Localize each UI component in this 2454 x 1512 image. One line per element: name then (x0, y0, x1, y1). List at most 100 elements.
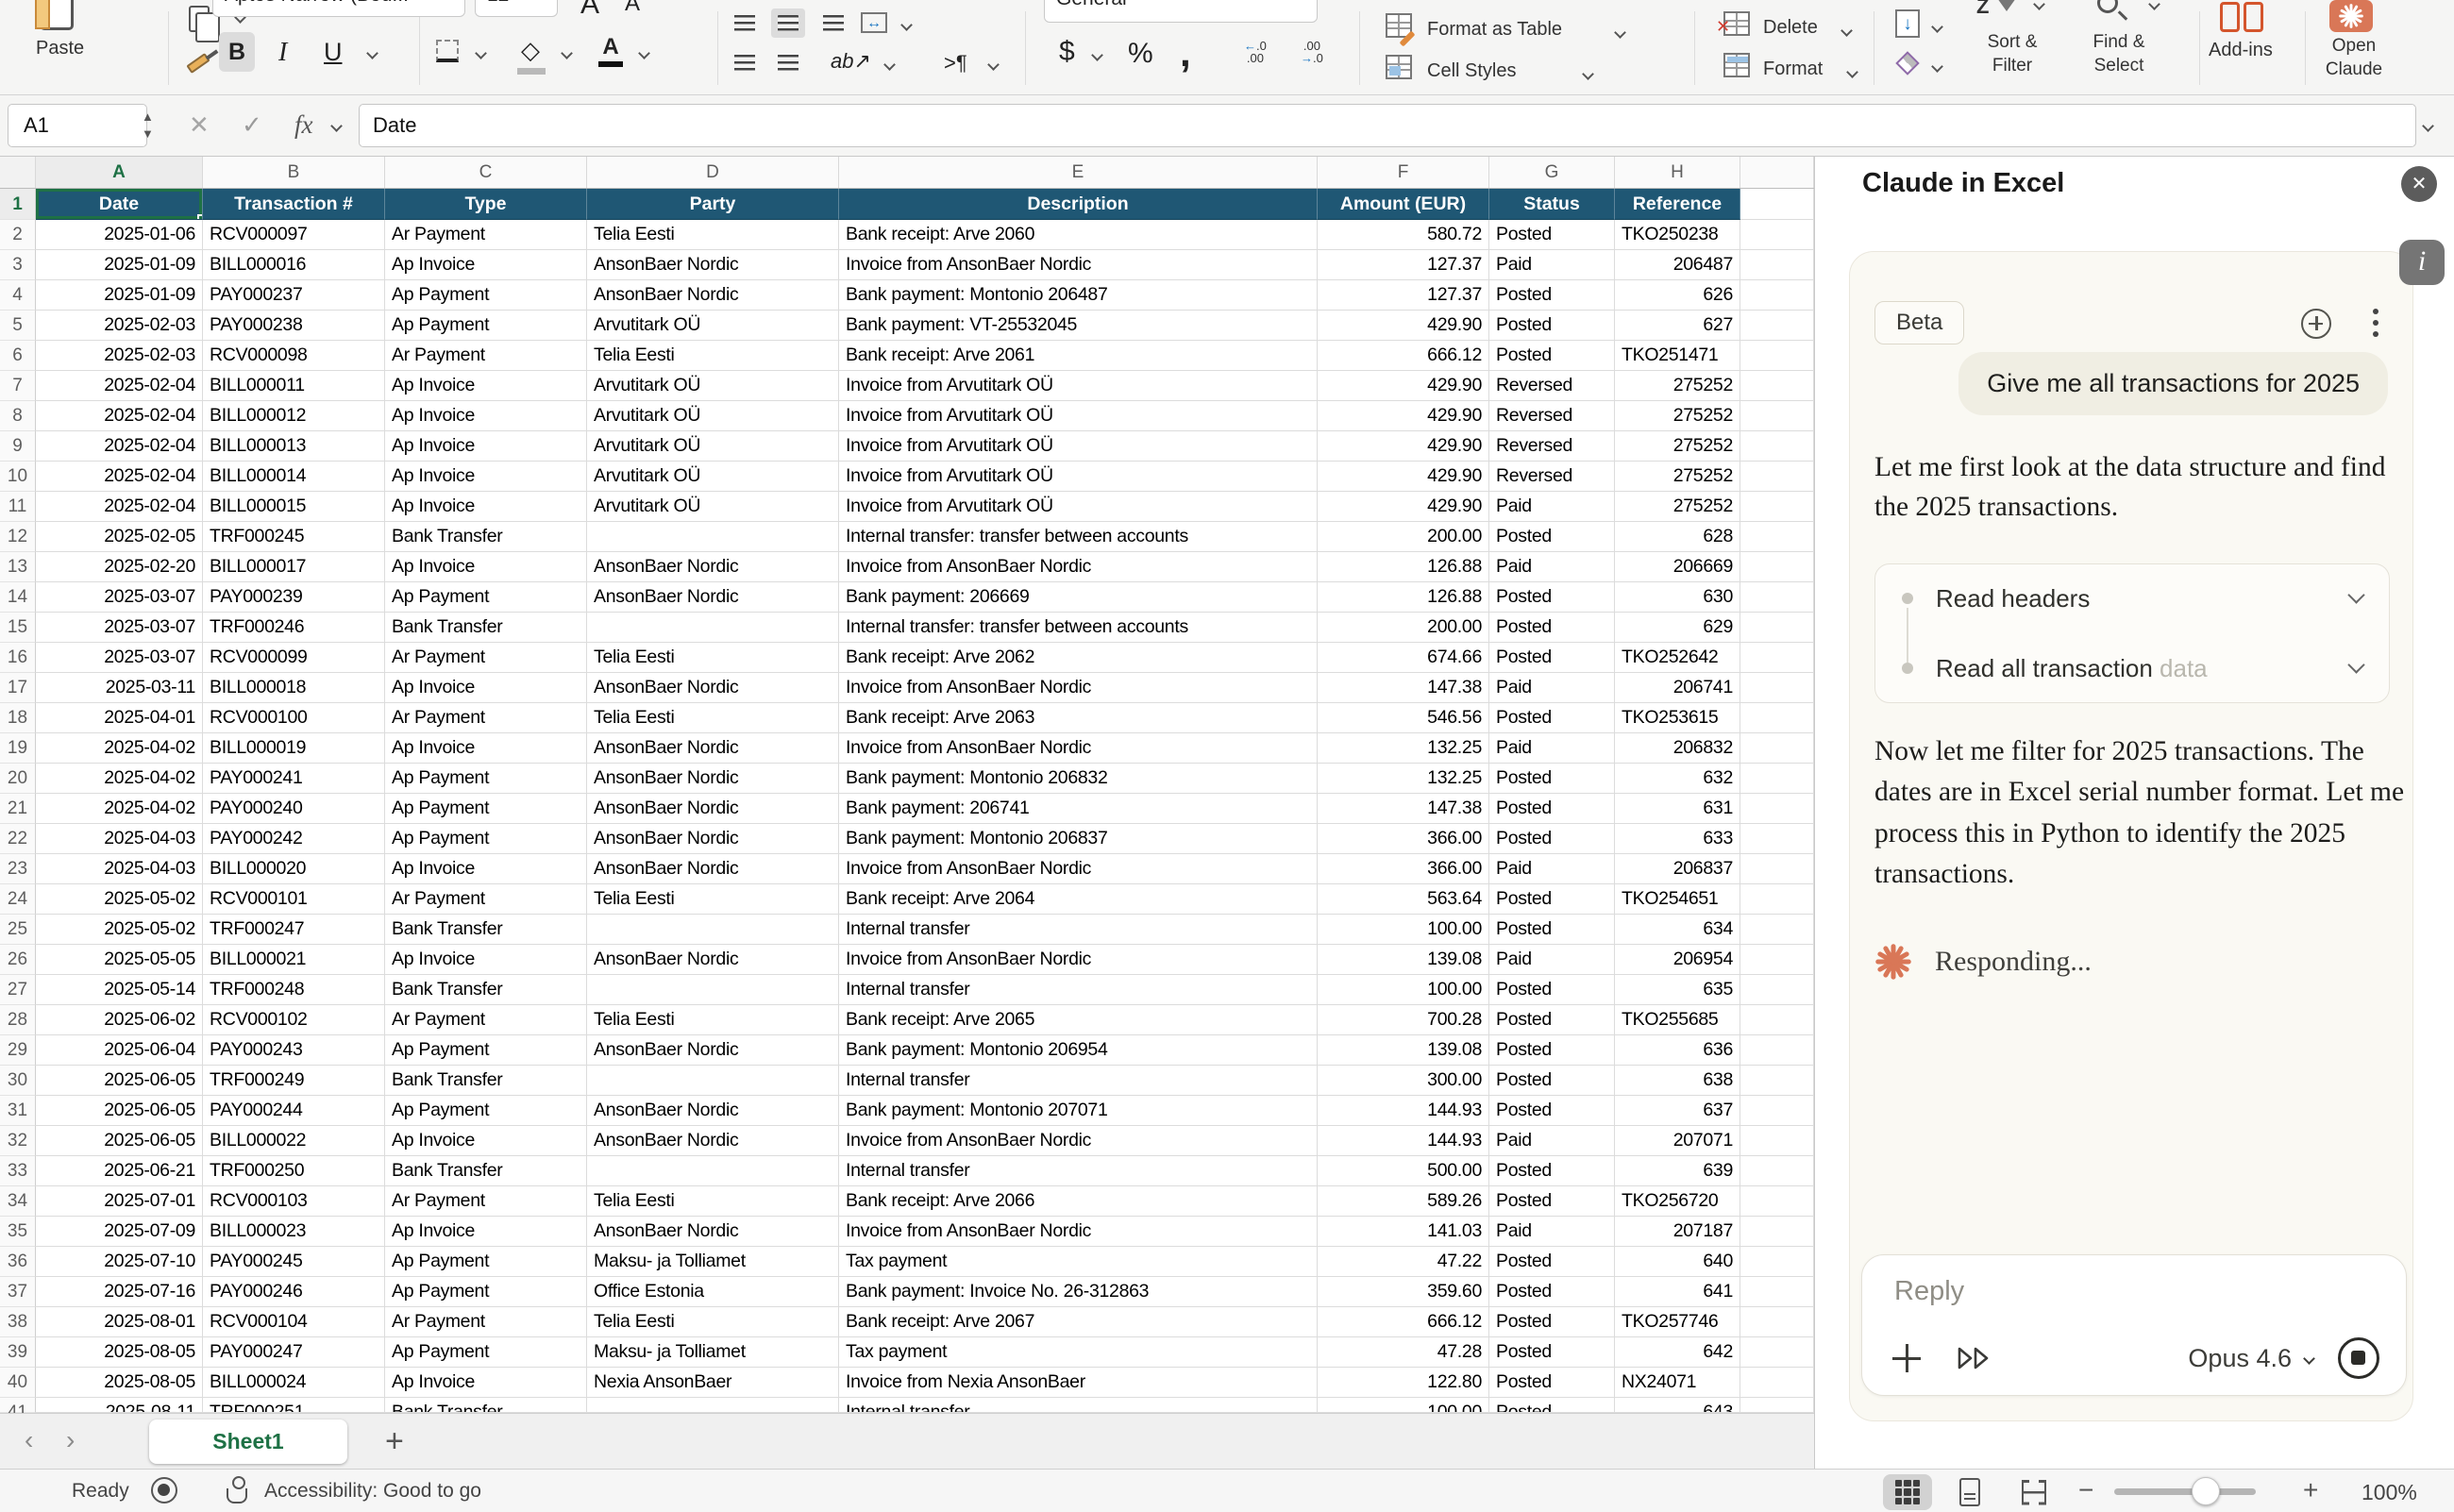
cell[interactable]: 643 (1615, 1398, 1740, 1413)
cell[interactable]: 122.80 (1318, 1368, 1489, 1398)
cell[interactable]: Posted (1489, 703, 1615, 733)
header-cell[interactable]: Type (385, 189, 587, 220)
cell[interactable]: TRF000251 (203, 1398, 385, 1413)
add-ins-button[interactable]: Add-ins (2209, 40, 2273, 61)
cell[interactable]: Arvutitark OÜ (587, 492, 839, 522)
row-number[interactable]: 19 (0, 733, 36, 764)
cell[interactable]: Paid (1489, 673, 1615, 703)
add-sheet-icon[interactable]: + (385, 1423, 404, 1460)
cell[interactable]: Ap Payment (385, 1247, 587, 1277)
cell[interactable]: 631 (1615, 794, 1740, 824)
cell[interactable]: 100.00 (1318, 1398, 1489, 1413)
header-cell[interactable]: Party (587, 189, 839, 220)
cell[interactable] (1740, 552, 1814, 582)
cell[interactable]: Bank Transfer (385, 1066, 587, 1096)
cell[interactable]: 147.38 (1318, 673, 1489, 703)
row-number[interactable]: 5 (0, 311, 36, 341)
cell[interactable]: Ap Payment (385, 1035, 587, 1066)
column-header-A[interactable]: A (36, 157, 203, 188)
cell[interactable]: Posted (1489, 1066, 1615, 1096)
cell[interactable]: 589.26 (1318, 1186, 1489, 1217)
currency-icon[interactable]: $ (1059, 36, 1075, 68)
cell[interactable] (1740, 794, 1814, 824)
cell[interactable]: 2025-02-05 (36, 522, 203, 552)
cell[interactable] (1740, 1247, 1814, 1277)
fx-dropdown-icon[interactable] (330, 120, 343, 132)
cell[interactable]: Posted (1489, 1156, 1615, 1186)
cell[interactable] (1740, 884, 1814, 915)
cell[interactable]: Bank receipt: Arve 2067 (839, 1307, 1318, 1337)
row-number[interactable]: 17 (0, 673, 36, 703)
cell[interactable]: TRF000247 (203, 915, 385, 945)
cell[interactable]: 2025-06-04 (36, 1035, 203, 1066)
cell[interactable]: 500.00 (1318, 1156, 1489, 1186)
format-dropdown-icon[interactable] (1846, 66, 1858, 78)
reply-input[interactable]: Reply Opus 4.6 (1861, 1254, 2407, 1396)
cell[interactable]: Posted (1489, 1307, 1615, 1337)
row-number[interactable]: 33 (0, 1156, 36, 1186)
borders-dropdown-icon[interactable] (475, 47, 487, 59)
cell[interactable]: 2025-05-02 (36, 915, 203, 945)
cell[interactable]: Telia Eesti (587, 220, 839, 250)
row-number[interactable]: 30 (0, 1066, 36, 1096)
format-as-table-button[interactable]: Format as Table (1427, 19, 1562, 41)
delete-icon[interactable] (1723, 11, 1750, 36)
cell[interactable]: BILL000012 (203, 401, 385, 431)
cell[interactable]: Telia Eesti (587, 703, 839, 733)
cell[interactable]: 2025-04-02 (36, 733, 203, 764)
cell[interactable]: Paid (1489, 492, 1615, 522)
cell[interactable]: 429.90 (1318, 311, 1489, 341)
cell[interactable]: PAY000237 (203, 280, 385, 311)
cell[interactable]: 638 (1615, 1066, 1740, 1096)
cell[interactable]: BILL000014 (203, 462, 385, 492)
cell[interactable]: Invoice from Arvutitark OÜ (839, 371, 1318, 401)
cell[interactable] (1740, 1307, 1814, 1337)
cell[interactable]: Ar Payment (385, 643, 587, 673)
row-number[interactable]: 11 (0, 492, 36, 522)
cell[interactable]: Posted (1489, 1186, 1615, 1217)
borders-icon[interactable] (436, 40, 459, 62)
cell[interactable] (587, 1066, 839, 1096)
cell[interactable]: Ap Invoice (385, 552, 587, 582)
cell[interactable] (1740, 189, 1814, 220)
cell[interactable]: 2025-06-05 (36, 1096, 203, 1126)
cell[interactable]: 2025-01-09 (36, 250, 203, 280)
cell[interactable]: 2025-07-16 (36, 1277, 203, 1307)
cell[interactable]: Invoice from AnsonBaer Nordic (839, 1126, 1318, 1156)
attach-icon[interactable] (1892, 1344, 1921, 1372)
cell[interactable]: BILL000016 (203, 250, 385, 280)
cell[interactable] (1740, 492, 1814, 522)
currency-dropdown-icon[interactable] (1091, 49, 1103, 61)
cell[interactable] (1740, 673, 1814, 703)
cell[interactable]: 147.38 (1318, 794, 1489, 824)
cell[interactable]: BILL000018 (203, 673, 385, 703)
cell[interactable] (1740, 371, 1814, 401)
cell[interactable]: BILL000015 (203, 492, 385, 522)
cell[interactable]: Telia Eesti (587, 1005, 839, 1035)
cell[interactable]: Bank Transfer (385, 1156, 587, 1186)
cell[interactable]: Bank Transfer (385, 613, 587, 643)
cell[interactable]: Posted (1489, 1398, 1615, 1413)
cell[interactable]: Bank receipt: Arve 2060 (839, 220, 1318, 250)
cell[interactable]: Ap Invoice (385, 401, 587, 431)
font-color-dropdown-icon[interactable] (638, 47, 650, 59)
cell[interactable]: Ar Payment (385, 1186, 587, 1217)
cell[interactable]: 2025-02-04 (36, 401, 203, 431)
cell[interactable]: BILL000013 (203, 431, 385, 462)
cell[interactable] (1740, 522, 1814, 552)
cell[interactable]: 206837 (1615, 854, 1740, 884)
cell[interactable]: 674.66 (1318, 643, 1489, 673)
comma-icon[interactable]: , (1180, 30, 1191, 76)
font-name-select[interactable]: Aptos Narrow (Bod... (212, 0, 465, 17)
new-chat-icon[interactable] (2301, 309, 2331, 339)
cell[interactable] (1740, 915, 1814, 945)
bold-button[interactable]: B (219, 32, 255, 72)
cell[interactable]: Ap Payment (385, 824, 587, 854)
cell[interactable] (587, 613, 839, 643)
cell[interactable]: TKO251471 (1615, 341, 1740, 371)
cell[interactable]: 2025-06-05 (36, 1066, 203, 1096)
cell[interactable]: BILL000011 (203, 371, 385, 401)
cell[interactable]: 2025-07-01 (36, 1186, 203, 1217)
cell[interactable]: 2025-03-11 (36, 673, 203, 703)
zoom-slider-thumb[interactable] (2192, 1477, 2220, 1505)
